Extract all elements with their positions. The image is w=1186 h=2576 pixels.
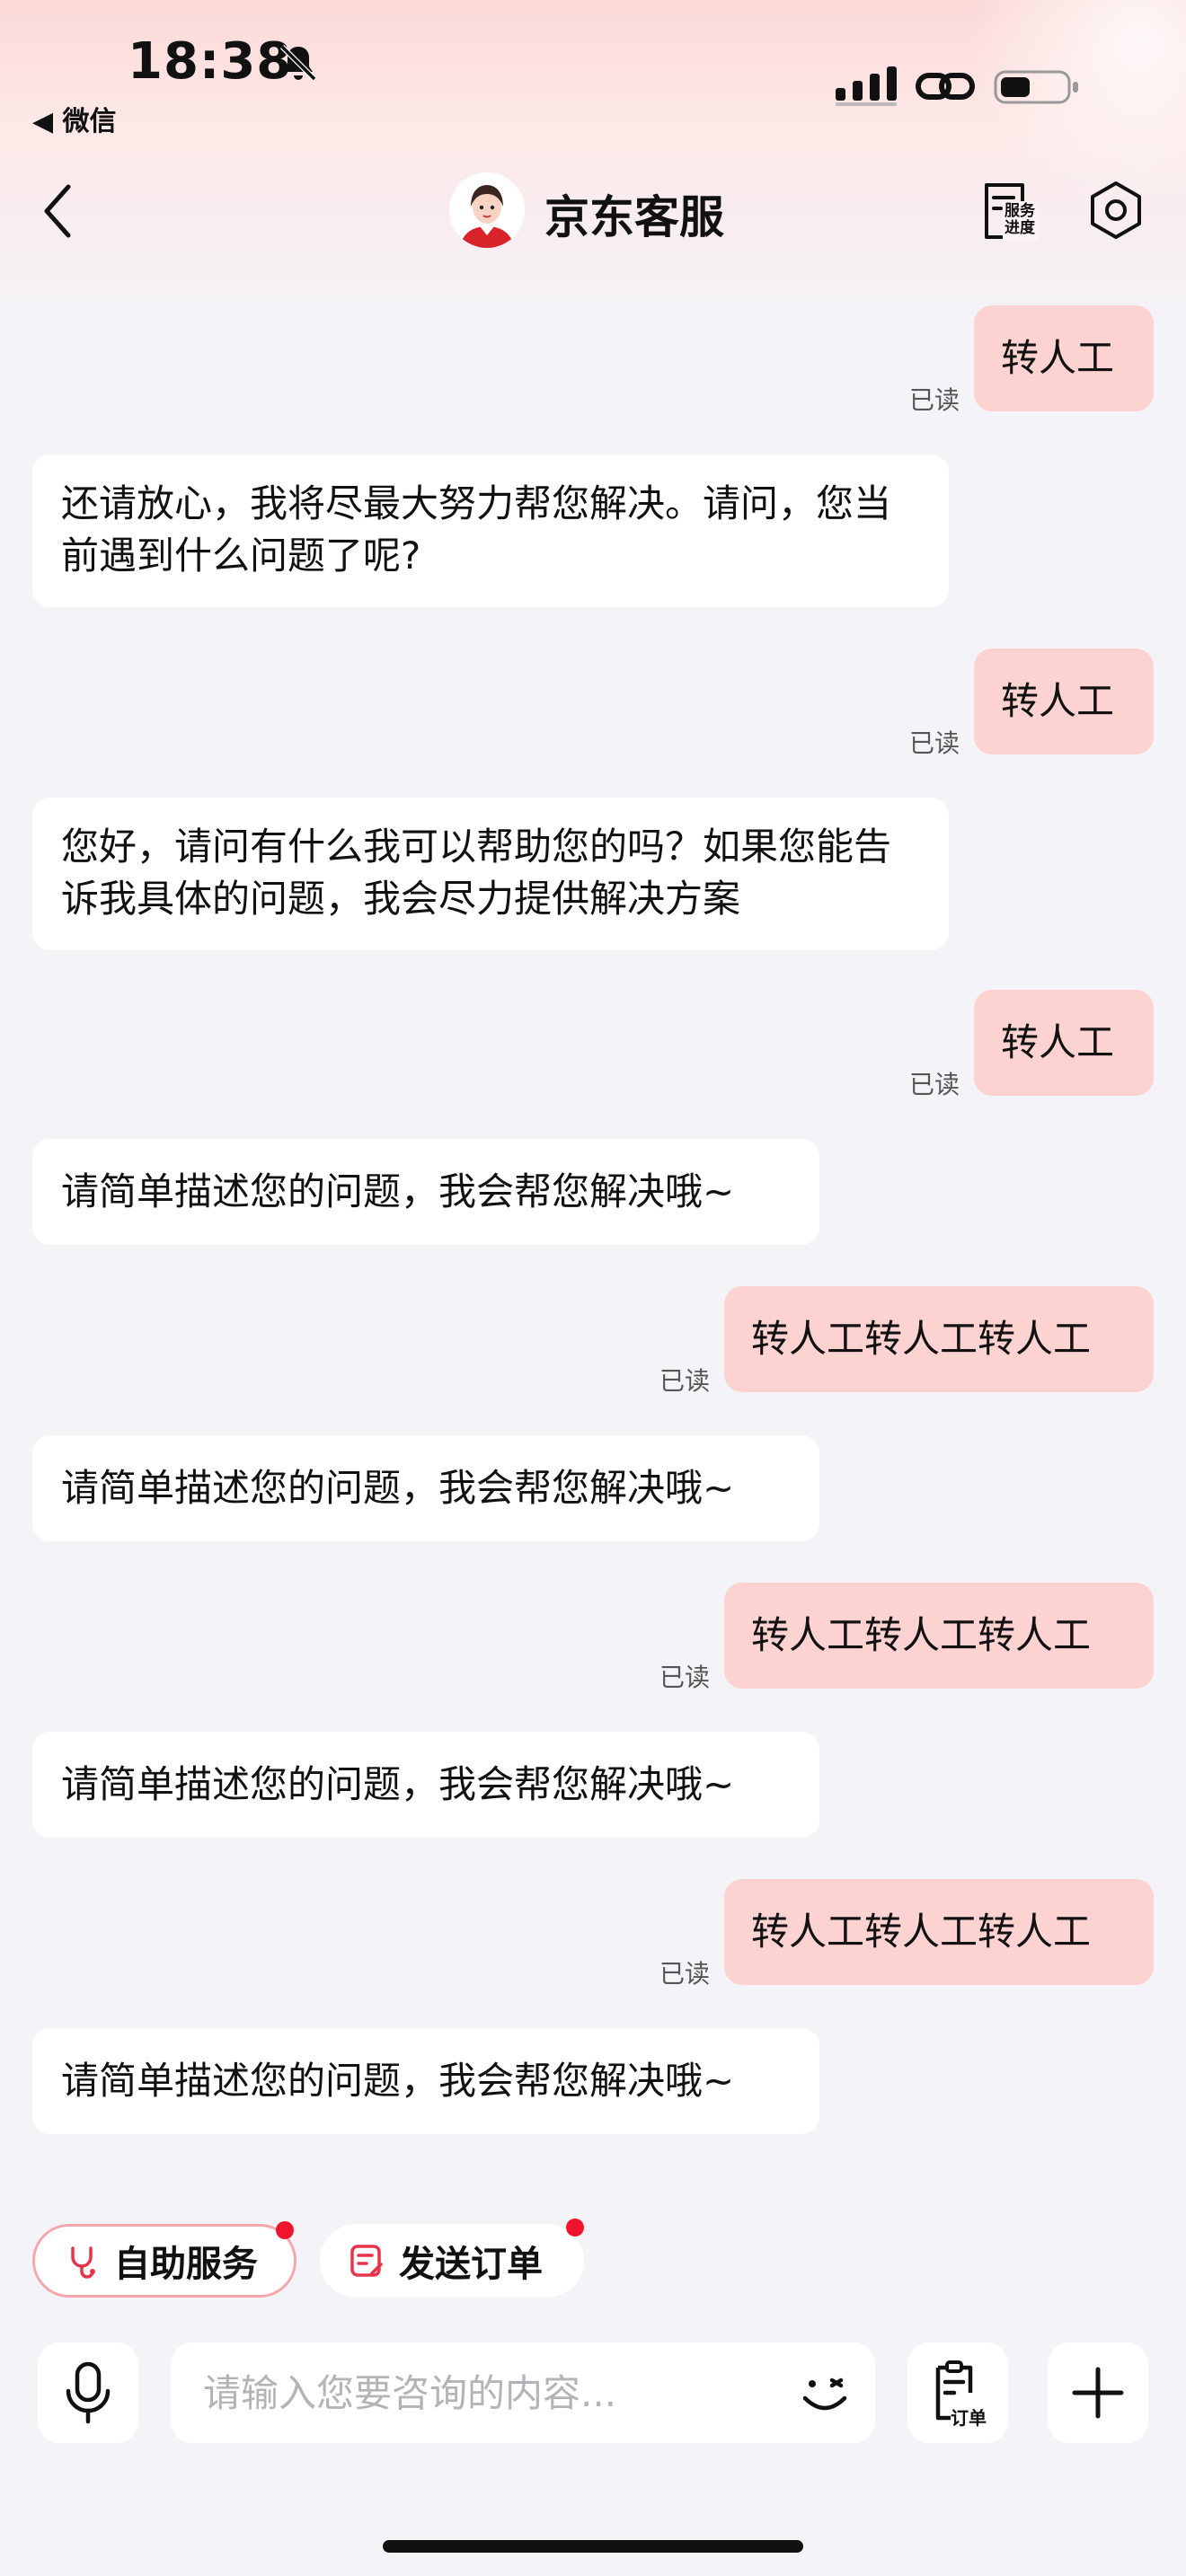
my-message: 转人工	[974, 990, 1154, 1096]
signal-icon	[836, 66, 897, 106]
bell-off-icon	[279, 44, 317, 82]
read-status: 已读	[659, 1959, 711, 1989]
link-icon	[916, 73, 975, 100]
service-progress-label-1: 服务	[1005, 202, 1035, 220]
message-input[interactable]	[201, 2369, 780, 2416]
bot-message: 请简单描述您的问题，我会帮您解决哦~	[32, 2028, 819, 2134]
read-status: 已读	[659, 1663, 711, 1692]
send-order-label: 发送订单	[399, 2244, 543, 2285]
read-status: 已读	[909, 728, 960, 758]
home-indicator[interactable]	[383, 2540, 803, 2553]
bot-message: 还请放心，我将尽最大努力帮您解决。请问，您当前遇到什么问题了呢?	[32, 454, 949, 607]
my-message: 转人工转人工转人工	[724, 1286, 1154, 1392]
notification-dot	[276, 2221, 294, 2239]
my-message: 转人工	[974, 648, 1154, 754]
voice-button[interactable]	[38, 2342, 138, 2443]
my-message: 转人工转人工转人工	[724, 1583, 1154, 1689]
send-order-icon	[350, 2245, 383, 2277]
back-arrow-icon[interactable]	[40, 180, 75, 243]
settings-icon[interactable]	[1085, 180, 1146, 241]
microphone-icon	[66, 2361, 111, 2424]
my-message: 转人工	[974, 305, 1154, 411]
plus-icon	[1072, 2367, 1124, 2419]
read-status: 已读	[909, 385, 960, 415]
my-message: 转人工转人工转人工	[724, 1879, 1154, 1985]
page-title: 京东客服	[544, 191, 724, 243]
service-progress-label-2: 进度	[1005, 219, 1035, 237]
self-service-button[interactable]: 自助服务	[32, 2221, 296, 2298]
read-status: 已读	[659, 1366, 711, 1396]
read-status: 已读	[909, 1070, 960, 1099]
emoji-icon[interactable]	[796, 2364, 854, 2422]
bot-message: 请简单描述您的问题，我会帮您解决哦~	[32, 1139, 819, 1245]
order-button-label: 订单	[951, 2407, 987, 2429]
status-time: 18:38	[128, 32, 293, 91]
service-progress-icon[interactable]: 服务 进度	[978, 180, 1042, 244]
self-service-icon	[71, 2246, 95, 2279]
bot-message: 请简单描述您的问题，我会帮您解决哦~	[32, 1435, 819, 1541]
agent-avatar	[449, 172, 525, 248]
self-service-label: 自助服务	[114, 2244, 258, 2285]
message-input-box[interactable]	[171, 2342, 875, 2443]
back-to-wechat[interactable]: ◀ 微信	[32, 99, 117, 138]
bot-message: 您好，请问有什么我可以帮助您的吗？如果您能告诉我具体的问题，我会尽力提供解决方案	[32, 798, 949, 950]
send-order-button[interactable]: 发送订单	[320, 2219, 584, 2298]
more-button[interactable]	[1048, 2342, 1148, 2443]
notification-dot	[566, 2219, 584, 2236]
battery-icon	[994, 70, 1078, 104]
bot-message: 请简单描述您的问题，我会帮您解决哦~	[32, 1732, 819, 1838]
